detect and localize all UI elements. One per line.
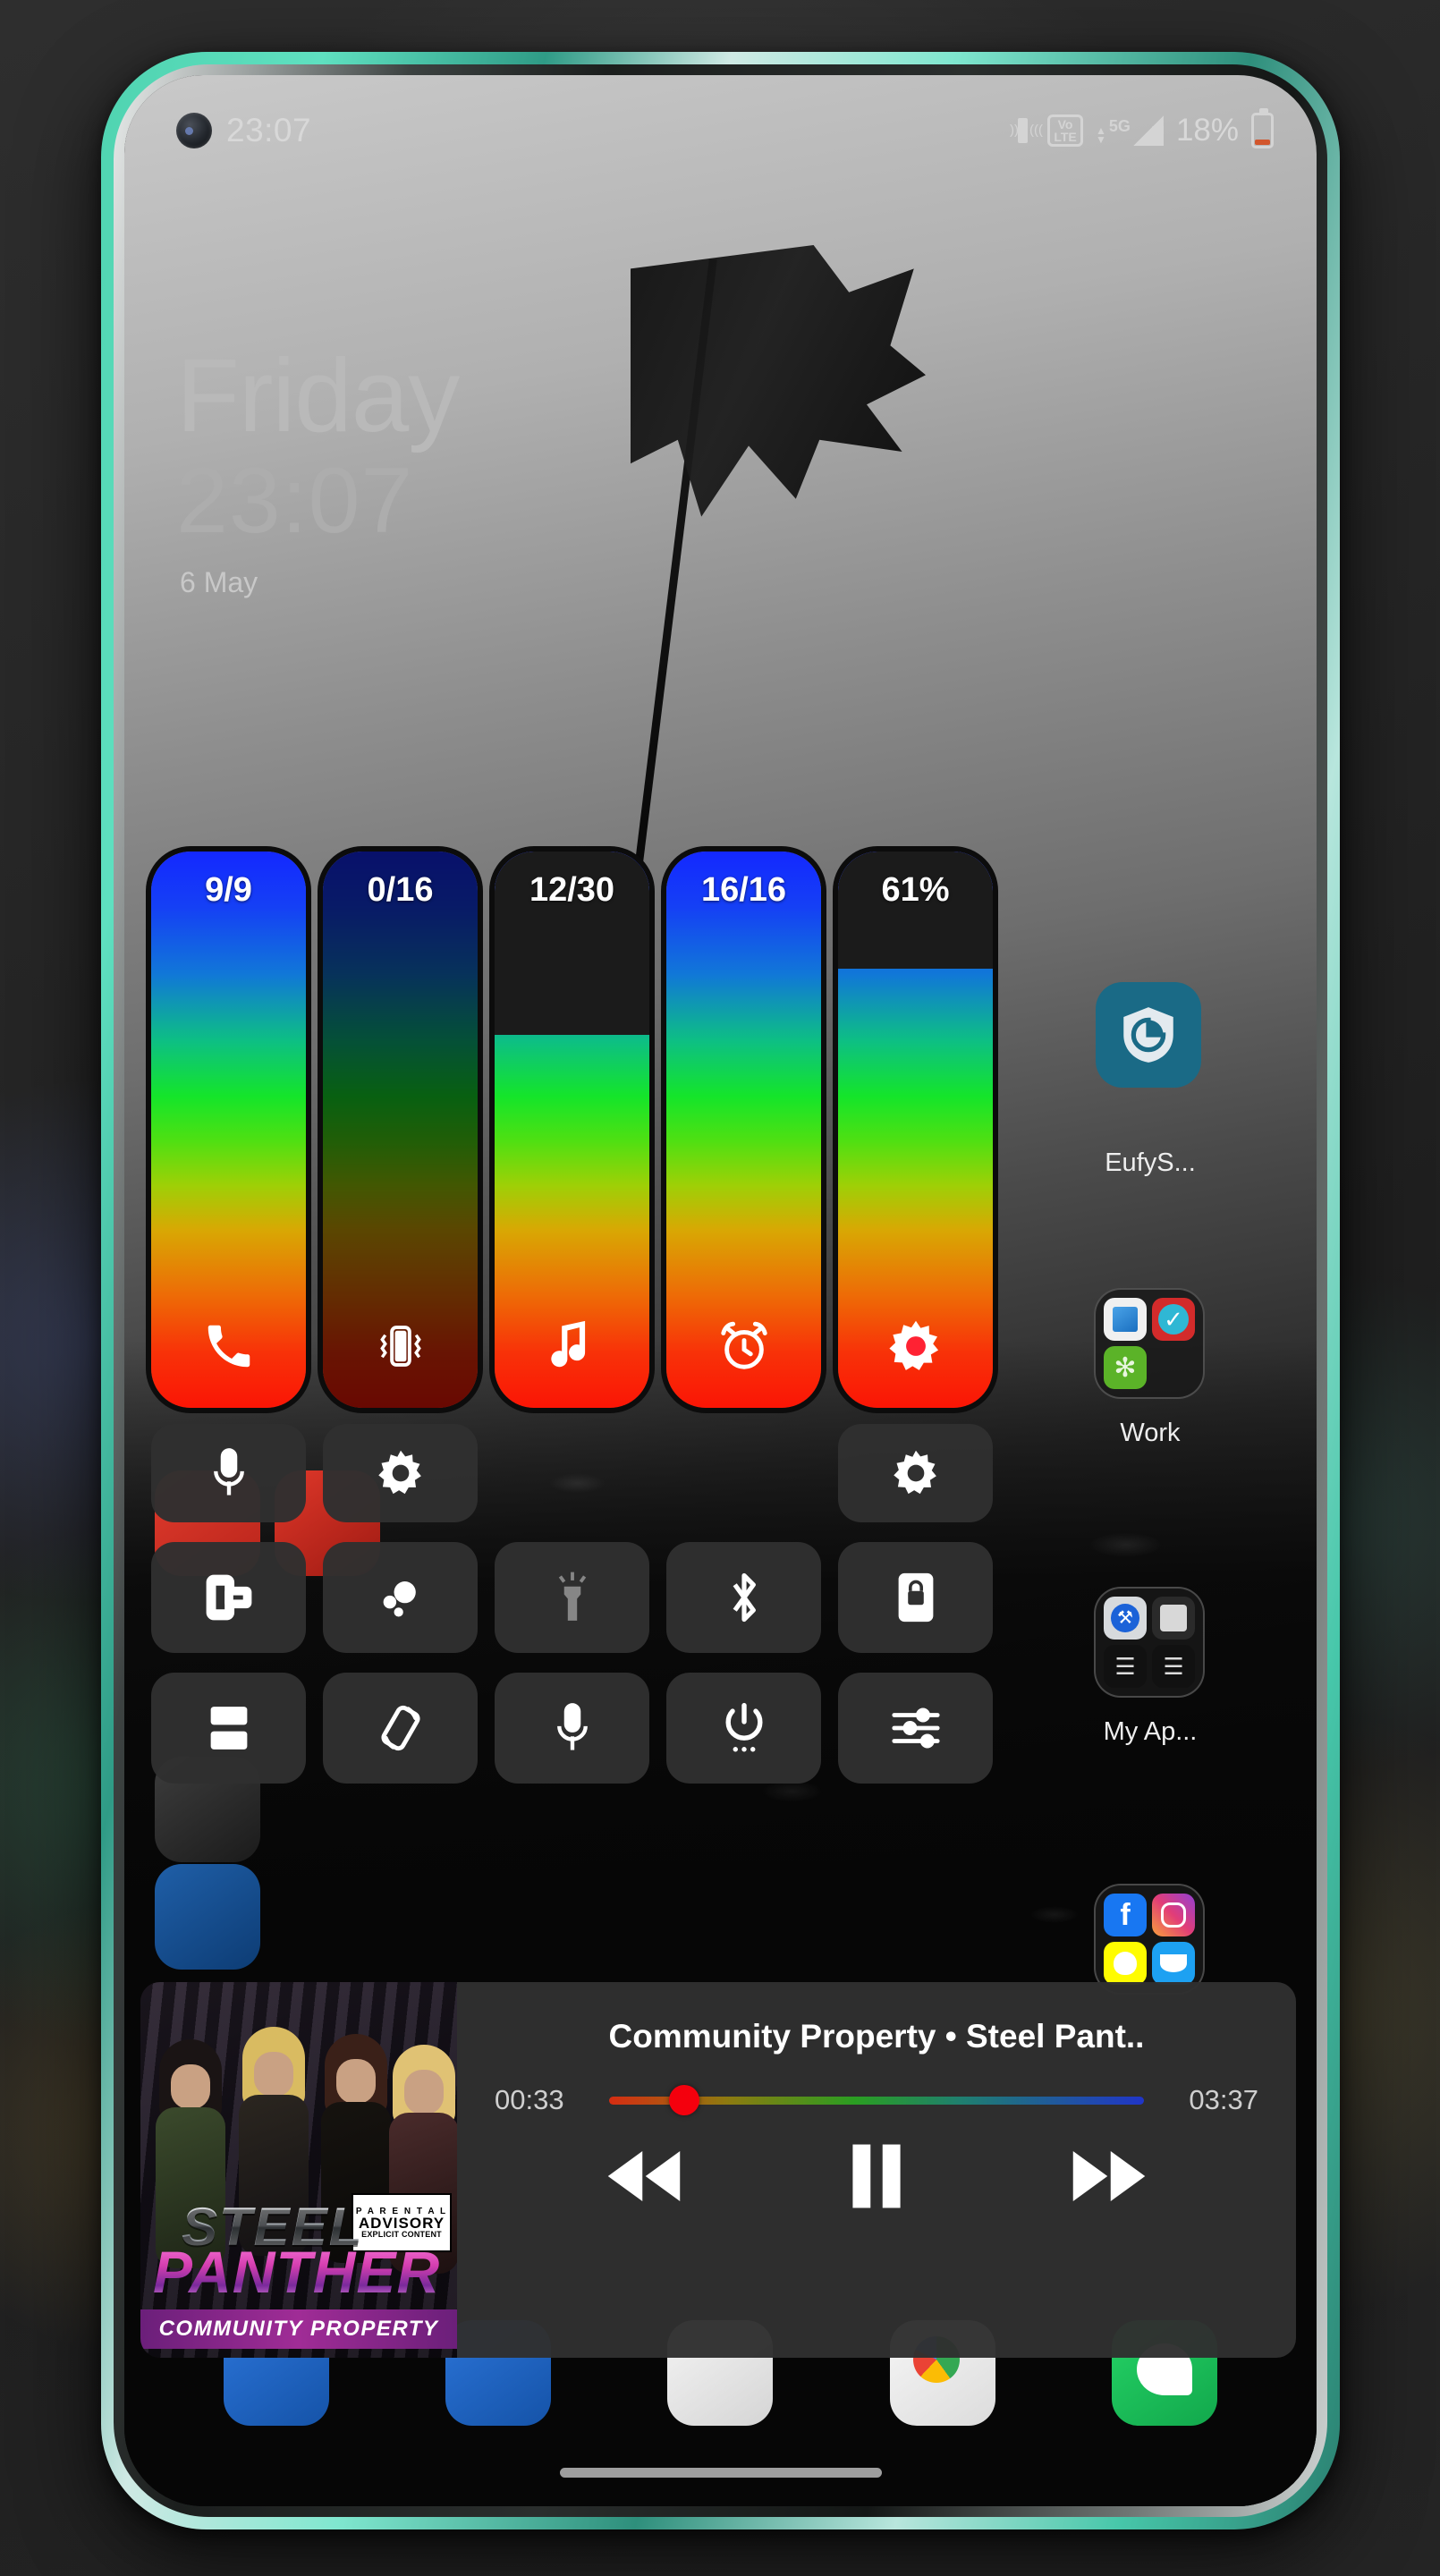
volte-icon: Vo LTE — [1047, 114, 1084, 147]
navigation-gesture-bar[interactable] — [559, 2468, 882, 2478]
quick-settings-row-2 — [124, 1542, 1317, 1653]
empty-slot — [666, 1424, 821, 1522]
empty-slot — [495, 1424, 649, 1522]
phone-device: ⚯ 23:07 ))) ((( Vo LTE ▲ ▼ 5G 18% Friday… — [101, 52, 1340, 2529]
voice-record-button[interactable] — [495, 1673, 649, 1784]
album-art[interactable]: P A R E N T A L ADVISORY EXPLICIT CONTEN… — [140, 1982, 457, 2358]
flashlight-button[interactable] — [495, 1542, 649, 1653]
album-artist-text: PANTHER — [153, 2239, 441, 2305]
track-title: Community Property • Steel Pant.. — [608, 2018, 1145, 2055]
widget-time-label: 23:07 — [176, 449, 414, 553]
volte-label-top: Vo — [1057, 117, 1073, 131]
split-screen-button[interactable] — [151, 1673, 306, 1784]
screen-lock-button[interactable] — [838, 1542, 993, 1653]
phone-icon — [198, 1315, 260, 1377]
vibrate-icon: ))) ((( — [1010, 116, 1043, 145]
ring-volume-value: 9/9 — [205, 871, 252, 909]
pause-button[interactable] — [847, 2141, 906, 2211]
progress-row: 00:33 03:37 — [495, 2084, 1258, 2116]
facebook-icon: f — [1104, 1894, 1147, 1936]
status-bar-icons: ))) ((( Vo LTE ▲ ▼ 5G 18% — [1010, 108, 1274, 148]
clock-widget[interactable]: Friday 23:07 6 May — [176, 337, 460, 599]
display-settings-button[interactable] — [838, 1424, 993, 1522]
split-screen-icon — [199, 1699, 258, 1758]
status-bar: 23:07 ))) ((( Vo LTE ▲ ▼ 5G 18% — [124, 106, 1317, 156]
quick-settings-row-1 — [124, 1424, 1317, 1522]
screen-cast-icon — [199, 1568, 258, 1627]
power-menu-button[interactable] — [666, 1673, 821, 1784]
ring-volume-slider[interactable]: 9/9 — [151, 852, 306, 1408]
advisory-line-2: ADVISORY — [358, 2214, 445, 2232]
social-folder[interactable]: f — [1094, 1884, 1205, 1995]
home-app-icon[interactable] — [155, 1864, 260, 1970]
total-time-label: 03:37 — [1189, 2084, 1258, 2115]
widget-day-label: Friday — [176, 337, 460, 453]
gear-icon — [886, 1444, 945, 1503]
wallpaper-flag-cloth: ⚯ — [631, 245, 926, 517]
snapchat-icon — [1104, 1942, 1147, 1985]
signal-strength-icon — [1132, 115, 1164, 146]
volume-sliders-row: 9/9 0/16 12/30 16/16 61% — [124, 852, 1317, 1408]
signal-bars-icon: ▲ ▼ 5G — [1096, 115, 1164, 146]
bluetooth-icon — [715, 1568, 774, 1627]
microphone-icon — [199, 1444, 258, 1503]
bubbles-icon — [371, 1568, 430, 1627]
alarm-clock-icon — [713, 1315, 775, 1377]
seek-bar[interactable] — [609, 2085, 1144, 2115]
current-time-label: 00:33 — [495, 2084, 564, 2115]
media-volume-value: 12/30 — [529, 871, 615, 909]
twitter-icon — [1152, 1942, 1195, 1985]
vibrate-icon — [369, 1315, 432, 1377]
quick-settings-row-3 — [124, 1673, 1317, 1784]
brightness-icon — [885, 1315, 947, 1377]
phone-lock-icon — [886, 1568, 945, 1627]
gear-icon — [371, 1444, 430, 1503]
bluetooth-button[interactable] — [666, 1542, 821, 1653]
microphone-icon — [543, 1699, 602, 1758]
music-note-icon — [541, 1315, 604, 1377]
phone-screen: ⚯ 23:07 ))) ((( Vo LTE ▲ ▼ 5G 18% Friday… — [124, 75, 1317, 2506]
alarm-volume-value: 16/16 — [700, 871, 787, 909]
previous-track-button[interactable] — [603, 2145, 685, 2207]
seek-thumb[interactable] — [668, 2085, 699, 2115]
notification-bubbles-button[interactable] — [323, 1542, 478, 1653]
brightness-value: 61% — [881, 871, 950, 909]
notification-volume-value: 0/16 — [367, 871, 434, 909]
battery-percent-label: 18% — [1175, 113, 1239, 148]
data-arrows-icon: ▲ ▼ — [1096, 124, 1106, 146]
front-camera-punch-hole — [176, 113, 212, 148]
status-bar-clock: 23:07 — [226, 112, 312, 148]
quick-settings-button[interactable] — [838, 1673, 993, 1784]
auto-rotate-button[interactable] — [323, 1673, 478, 1784]
network-type-label: 5G — [1108, 117, 1131, 135]
playback-controls — [495, 2141, 1258, 2211]
volte-label-bottom: LTE — [1054, 130, 1077, 144]
album-title-text: COMMUNITY PROPERTY — [140, 2309, 457, 2349]
brightness-slider[interactable]: 61% — [838, 852, 993, 1408]
flashlight-icon — [543, 1568, 602, 1627]
power-icon — [715, 1699, 774, 1758]
notification-volume-slider[interactable]: 0/16 — [323, 852, 478, 1408]
sliders-icon — [886, 1699, 945, 1758]
rotate-icon — [371, 1699, 430, 1758]
next-track-button[interactable] — [1068, 2145, 1150, 2207]
cast-screen-button[interactable] — [151, 1542, 306, 1653]
battery-icon — [1251, 108, 1274, 148]
wallpaper-flag-emblem: ⚯ — [1207, 468, 1306, 595]
alarm-volume-slider[interactable]: 16/16 — [666, 852, 821, 1408]
sound-settings-button[interactable] — [323, 1424, 478, 1522]
microphone-volume-button[interactable] — [151, 1424, 306, 1522]
volume-quick-settings-panel: 9/9 0/16 12/30 16/16 61% — [124, 852, 1317, 1784]
media-player-card: P A R E N T A L ADVISORY EXPLICIT CONTEN… — [140, 1982, 1296, 2358]
widget-date-label: 6 May — [180, 566, 258, 599]
instagram-icon — [1152, 1894, 1195, 1936]
media-volume-slider[interactable]: 12/30 — [495, 852, 649, 1408]
media-player-body: Community Property • Steel Pant.. 00:33 … — [457, 1982, 1296, 2358]
